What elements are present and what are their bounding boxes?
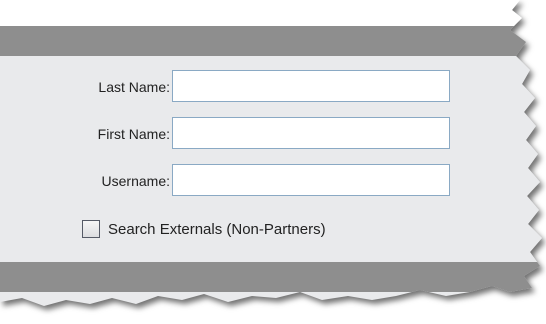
search-externals-option[interactable]: Search Externals (Non-Partners) <box>82 219 326 239</box>
last-name-row: Last Name: <box>0 70 542 104</box>
top-area <box>0 0 542 26</box>
username-row: Username: <box>0 164 542 198</box>
screenshot-shadow: Last Name: First Name: Username: Search … <box>0 0 546 324</box>
page: Last Name: First Name: Username: Search … <box>0 0 546 324</box>
username-label: Username: <box>101 173 170 189</box>
first-name-input[interactable] <box>172 117 450 149</box>
header-bar <box>0 26 542 56</box>
footer-bar <box>0 262 542 292</box>
last-name-label: Last Name: <box>98 79 170 95</box>
first-name-label: First Name: <box>97 126 170 142</box>
search-externals-label: Search Externals (Non-Partners) <box>108 220 326 238</box>
last-name-input[interactable] <box>172 70 450 102</box>
search-externals-checkbox[interactable] <box>82 220 100 238</box>
torn-screenshot: Last Name: First Name: Username: Search … <box>0 0 542 306</box>
username-input[interactable] <box>172 164 450 196</box>
first-name-row: First Name: <box>0 117 542 151</box>
